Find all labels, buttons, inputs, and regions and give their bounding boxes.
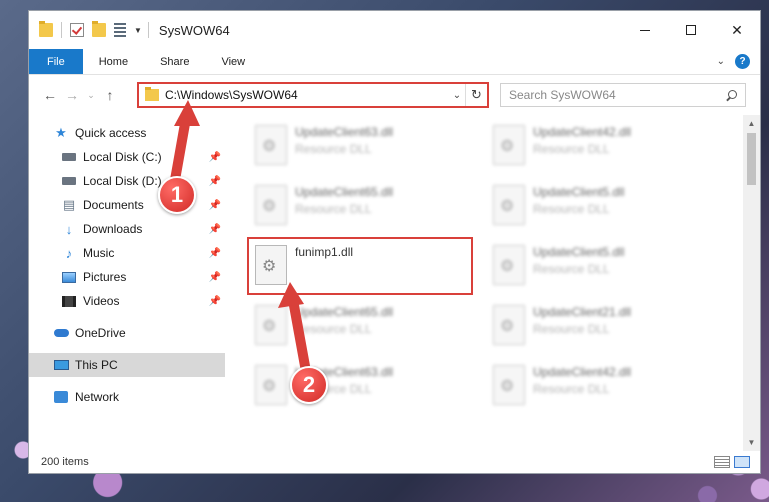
- annotation-arrows: [170, 100, 310, 371]
- step-1-badge: 1: [158, 176, 196, 214]
- step-2-badge: 2: [290, 366, 328, 404]
- arrow-to-address-bar: [170, 100, 200, 185]
- arrow-to-file: [278, 282, 310, 371]
